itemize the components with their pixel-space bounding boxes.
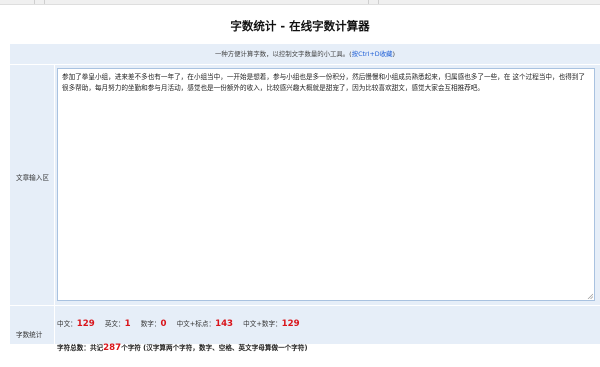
text-label-cell: 文章输入区	[10, 65, 55, 305]
stat-chinese-digits-value: 129	[281, 319, 300, 329]
total-prefix: 字符总数：共记	[57, 344, 104, 352]
description: 一种方便计算字数，以控制文字数量的小工具。(按Ctrl+D收藏)	[10, 49, 600, 58]
stat-digits-label: 数字：	[140, 320, 161, 328]
stat-digits-value: 0	[160, 319, 167, 329]
stat-chinese-label: 中文：	[57, 320, 77, 328]
stat-chinese-value: 129	[76, 319, 95, 329]
description-row: 一种方便计算字数，以控制文字数量的小工具。(按Ctrl+D收藏)	[10, 44, 600, 65]
top-border	[0, 0, 600, 5]
description-text: 一种方便计算字数，以控制文字数量的小工具。(	[214, 50, 352, 58]
article-text: 参加了拳皇小组，进来差不多也有一年了，在小组当中，一开始是想着，参与小组也是多一…	[62, 73, 585, 92]
bookmark-link[interactable]: 按Ctrl+D收藏	[352, 50, 393, 58]
stat-english-label: 英文：	[104, 320, 125, 328]
stat-chinese-digits-label: 中文+数字：	[243, 320, 282, 328]
text-input-row: 文章输入区 参加了拳皇小组，进来差不多也有一年了，在小组当中，一开始是想着，参与…	[10, 65, 600, 306]
page-title: 字数统计 - 在线字数计算器	[230, 19, 370, 33]
stat-chinese-punct-label: 中文+标点：	[176, 320, 216, 328]
stat-chinese-punct-value: 143	[215, 319, 234, 329]
description-suffix: )	[392, 50, 396, 58]
text-input-label: 文章输入区	[16, 174, 49, 182]
article-textarea[interactable]: 参加了拳皇小组，进来差不多也有一年了，在小组当中，一开始是想着，参与小组也是多一…	[57, 68, 595, 301]
stats-label: 字数统计	[16, 331, 43, 339]
counter-table: 一种方便计算字数，以控制文字数量的小工具。(按Ctrl+D收藏) 文章输入区 参…	[10, 44, 600, 367]
resize-handle-icon[interactable]	[587, 293, 593, 299]
stat-english-value: 1	[124, 319, 131, 329]
stats-summary: 中文：129 英文：1 数字：0 中文+标点：143 中文+数字：129	[57, 318, 300, 329]
total-suffix: 个字符 (汉字算两个字符，数字、空格、英文字母算做一个字符)	[121, 344, 308, 352]
stats-row: 字数统计 中文：129 英文：1 数字：0 中文+标点：143 中文+数字：12…	[10, 306, 600, 367]
total-value: 287	[103, 343, 122, 353]
stats-label-cell: 字数统计	[10, 306, 55, 366]
